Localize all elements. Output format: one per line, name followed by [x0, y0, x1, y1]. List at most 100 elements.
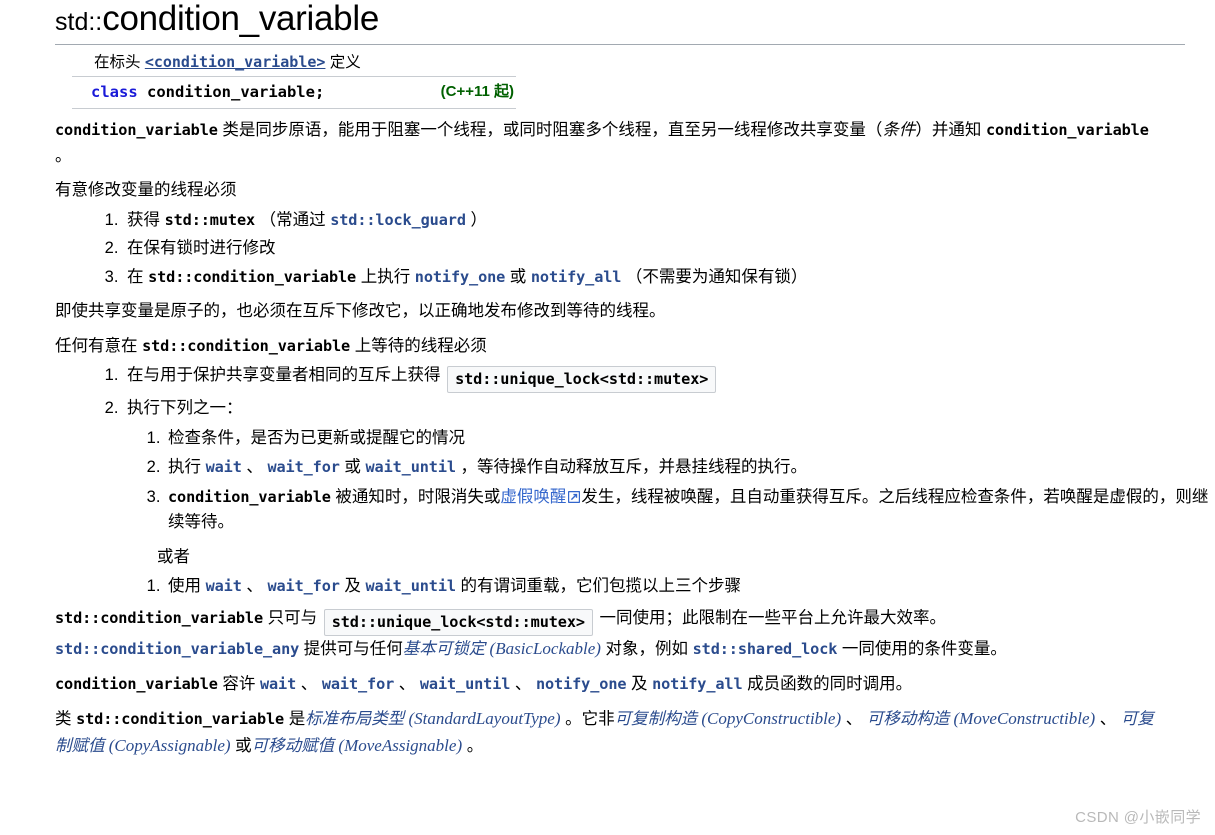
- text: 类: [55, 710, 77, 728]
- link-notify-all[interactable]: notify_all: [652, 675, 743, 693]
- text: 成员函数的同时调用。: [742, 674, 913, 693]
- modify-steps-list: 获得 std::mutex （常通过 std::lock_guard ） 在保有…: [55, 208, 1215, 291]
- list-item: condition_variable 被通知时，时限消失或虚假唤醒发生，线程被唤…: [165, 485, 1215, 536]
- text: （不需要为通知保有锁）: [621, 267, 808, 286]
- link-condition-variable-any[interactable]: std::condition_variable_any: [55, 640, 299, 658]
- text: 、: [510, 674, 536, 693]
- text: ）: [465, 210, 487, 229]
- intro-paragraph: condition_variable 类是同步原语，能用于阻塞一个线程，或同时阻…: [55, 118, 1165, 169]
- link-label-en: (CopyAssignable): [104, 735, 231, 755]
- wait-substeps-list: 检查条件，是否为已更新或提醒它的情况 执行 wait 、 wait_for 或 …: [127, 426, 1215, 536]
- text: ）并通知: [915, 121, 986, 139]
- link-notify-one[interactable]: notify_one: [536, 675, 627, 693]
- since-label: (C++11 起): [440, 83, 514, 100]
- text: 、: [241, 576, 268, 595]
- since-cell: (C++11 起): [413, 76, 516, 109]
- link-copy-constructible[interactable]: 可复制构造 (CopyConstructible): [615, 709, 842, 728]
- declaration-signature-row: class condition_variable; (C++11 起): [72, 76, 516, 109]
- text: 、: [1095, 710, 1121, 728]
- link-notify-one[interactable]: notify_one: [415, 268, 506, 286]
- link-wait-for[interactable]: wait_for: [267, 577, 339, 595]
- text: ，等待操作自动释放互斥，并悬挂线程的执行。: [455, 458, 808, 476]
- link-std-shared-lock[interactable]: std::shared_lock: [693, 640, 838, 658]
- link-wait-until[interactable]: wait_until: [365, 577, 456, 595]
- link-label-cn: 标准布局类型: [305, 710, 405, 728]
- link-wait[interactable]: wait: [206, 458, 242, 476]
- emphasis-condition: 条件: [882, 121, 916, 139]
- inline-code: condition_variable: [55, 121, 218, 139]
- header-link[interactable]: <condition_variable>: [145, 53, 326, 71]
- text: 执行: [168, 458, 206, 476]
- declaration-header-row: 在标头 <condition_variable> 定义: [72, 51, 516, 77]
- text: 及: [339, 576, 366, 595]
- page-title: std::condition_variable: [0, 0, 1215, 43]
- text: 及: [626, 674, 653, 693]
- list-item: 执行下列之一： 检查条件，是否为已更新或提醒它的情况 执行 wait 、 wai…: [123, 396, 1215, 599]
- link-notify-all[interactable]: notify_all: [531, 268, 622, 286]
- inline-code: std::unique_lock<std::mutex>: [331, 613, 585, 631]
- text: 。它非: [560, 710, 615, 728]
- link-wait[interactable]: wait: [260, 675, 296, 693]
- text: 的有谓词重载，它们包揽以上三个步骤: [455, 576, 742, 595]
- wait-alternative-list: 使用 wait 、 wait_for 及 wait_until 的有谓词重载，它…: [127, 574, 1215, 600]
- class-keyword: class: [91, 83, 138, 101]
- inline-code: condition_variable: [985, 121, 1149, 139]
- link-label-en: (StandardLayoutType): [404, 709, 561, 728]
- title-divider: [55, 44, 1185, 45]
- inline-code: std::mutex: [164, 210, 256, 229]
- wait-intro-paragraph: 任何有意在 std::condition_variable 上等待的线程必须: [55, 334, 1165, 360]
- text: 类是同步原语，能用于阻塞一个线程，或同时阻塞多个线程，直至另一线程修改共享变量（: [217, 121, 883, 139]
- link-label-en: (MoveAssignable): [334, 735, 463, 755]
- link-label-cn: 可复制构造: [614, 710, 698, 728]
- inline-code: condition_variable: [168, 487, 331, 506]
- link-spurious-wakeup[interactable]: 虚假唤醒: [500, 488, 566, 506]
- text: 上执行: [356, 267, 415, 286]
- defined-in-header: 在标头 <condition_variable> 定义: [72, 51, 516, 77]
- article-body: condition_variable 类是同步原语，能用于阻塞一个线程，或同时阻…: [0, 118, 1215, 759]
- signature-text: condition_variable;: [137, 83, 325, 101]
- inline-code: std::unique_lock<std::mutex>: [455, 370, 709, 388]
- text: 只可与: [263, 609, 322, 627]
- csdn-watermark: CSDN @小嵌同学: [1075, 809, 1201, 826]
- link-wait-for[interactable]: wait_for: [267, 458, 339, 476]
- text: （常通过: [255, 210, 331, 229]
- declaration-table: 在标头 <condition_variable> 定义 class condit…: [72, 51, 516, 109]
- link-move-constructible[interactable]: 可移动构造 (MoveConstructible): [867, 709, 1095, 728]
- link-wait-until[interactable]: wait_until: [420, 675, 511, 693]
- link-wait-for[interactable]: wait_for: [322, 675, 394, 693]
- link-label-en: (CopyConstructible): [697, 709, 842, 728]
- text: 一同使用的条件变量。: [837, 640, 1007, 658]
- link-label-en: (BasicLockable): [485, 639, 601, 658]
- text: 执行下列之一：: [127, 399, 243, 417]
- list-item: 执行 wait 、 wait_for 或 wait_until ，等待操作自动释…: [165, 455, 1215, 481]
- text: 、: [394, 674, 420, 693]
- inline-code: std::condition_variable: [148, 267, 357, 286]
- link-wait-until[interactable]: wait_until: [365, 458, 456, 476]
- inline-code: std::condition_variable: [55, 609, 264, 627]
- text: 使用: [168, 576, 206, 595]
- code-box-unique-lock: std::unique_lock<std::mutex>: [447, 366, 717, 393]
- link-wait[interactable]: wait: [206, 577, 242, 595]
- text: 任何有意在: [55, 336, 143, 355]
- text: 或: [339, 458, 366, 476]
- text: 、: [296, 674, 322, 693]
- text: 一同使用；此限制在一些平台上允许最大效率。: [594, 609, 947, 627]
- link-standard-layout-type[interactable]: 标准布局类型 (StandardLayoutType): [305, 709, 560, 728]
- text: 。: [462, 736, 484, 755]
- inline-code: std::condition_variable: [76, 710, 285, 728]
- text: 上等待的线程必须: [350, 336, 487, 355]
- text: 在: [127, 267, 149, 286]
- text: 对象，例如: [600, 640, 693, 658]
- list-item: 获得 std::mutex （常通过 std::lock_guard ）: [123, 208, 1215, 234]
- list-item: 在保有锁时进行修改: [123, 236, 1215, 262]
- modify-intro-paragraph: 有意修改变量的线程必须: [55, 181, 237, 199]
- link-label-en: (MoveConstructible): [949, 709, 1096, 728]
- usage-restriction-paragraph: std::condition_variable 只可与 std::unique_…: [55, 606, 1165, 663]
- text: 在与用于保护共享变量者相同的互斥上获得: [127, 366, 446, 384]
- text: 、: [841, 710, 867, 728]
- link-std-lock-guard[interactable]: std::lock_guard: [330, 211, 466, 229]
- link-move-assignable[interactable]: 可移动赋值 (MoveAssignable): [252, 736, 462, 755]
- link-basic-lockable[interactable]: 基本可锁定 (BasicLockable): [403, 639, 601, 658]
- code-box-unique-lock: std::unique_lock<std::mutex>: [323, 609, 593, 636]
- page-title-namespace: std::: [55, 8, 103, 36]
